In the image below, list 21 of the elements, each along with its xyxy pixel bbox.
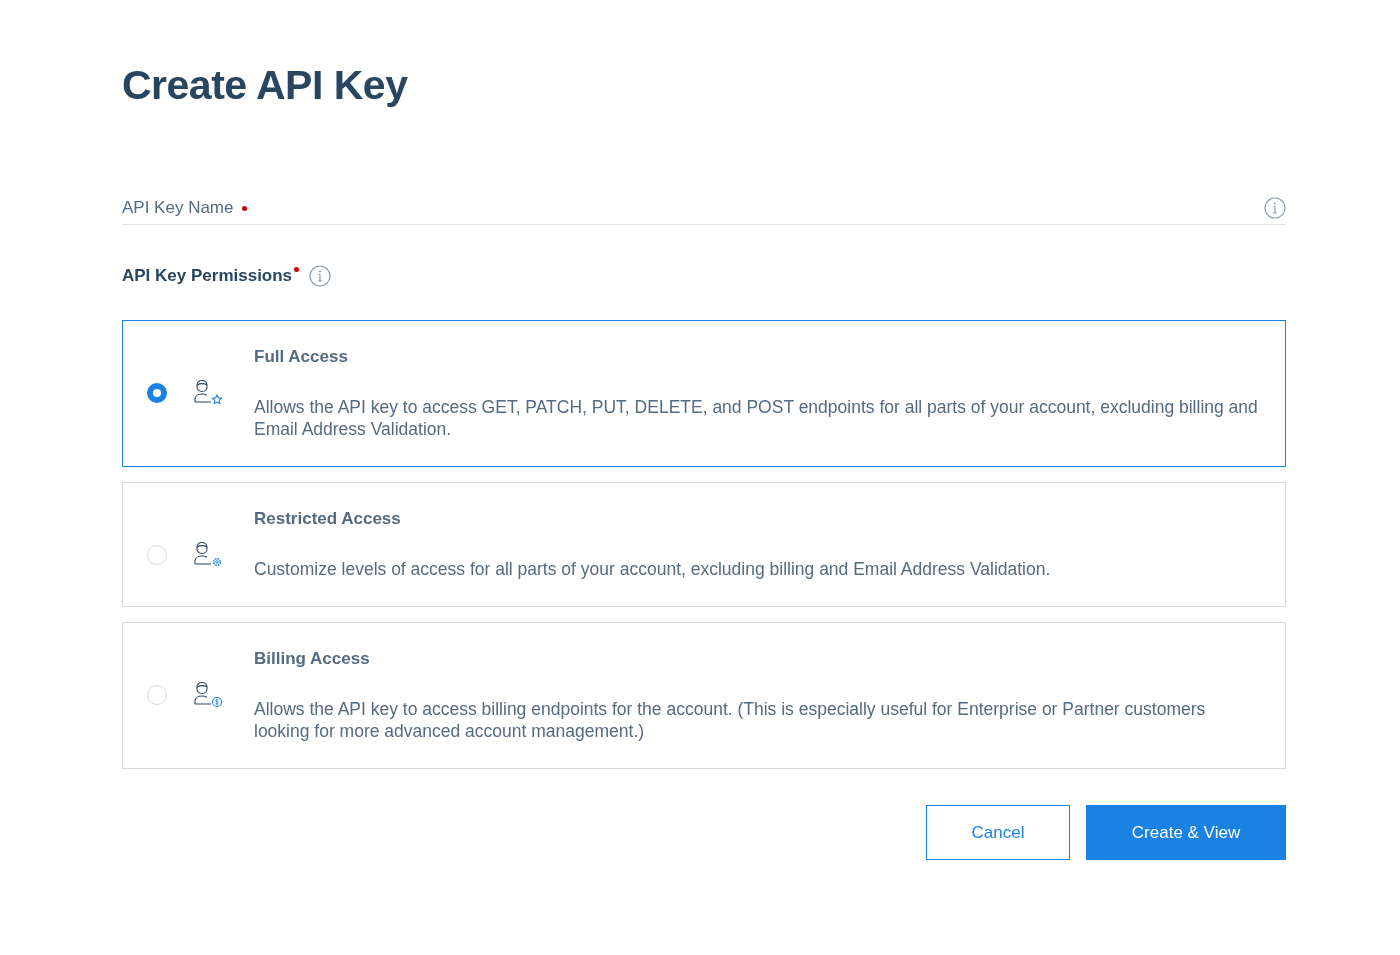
option-description: Customize levels of access for all parts of your account, excluding billing and Email Address Validation. [254,558,1051,580]
option-title: Billing Access [254,649,371,669]
field-label: API Key Name [122,198,234,218]
user-gear-icon [194,540,224,568]
option-title: Restricted Access [254,509,402,529]
option-description: Allows the API key to access GET, PATCH, PUT, DELETE, and POST endpoints for all parts of your account, excluding billing and Email Address Validation. [254,396,1259,440]
info-icon[interactable] [1264,197,1286,219]
user-star-icon [194,378,224,406]
user-dollar-icon [194,680,224,708]
option-description: Allows the API key to access billing endpoints for the account. (This is especially useful for Enterprise or Partner customers looking for more advanced account management.) [254,698,1207,742]
create-view-button[interactable]: Create & View [1086,805,1286,860]
page-title: Create API Key [122,62,409,109]
option-title: Full Access [254,347,349,367]
permission-option[interactable]: Billing Access Allows the API key to access billing endpoints for the account. (This is especially useful for Enterprise or Partner customers looking for more advanced account management.) [122,622,1286,769]
cancel-button[interactable]: Cancel [926,805,1070,860]
api-key-name-field[interactable]: API Key Name [122,197,1286,225]
permission-option[interactable]: Full Access Allows the API key to access GET, PATCH, PUT, DELETE, and POST endpoints for all parts of your account, excluding billing and Email Address Validation. [122,320,1286,467]
section-label: API Key Permissions [122,266,293,286]
info-icon[interactable] [309,265,332,287]
radio-button[interactable] [147,383,167,403]
permission-option[interactable]: Restricted Access Customize levels of access for all parts of your account, excluding billing and Email Address Validation. [122,482,1286,607]
